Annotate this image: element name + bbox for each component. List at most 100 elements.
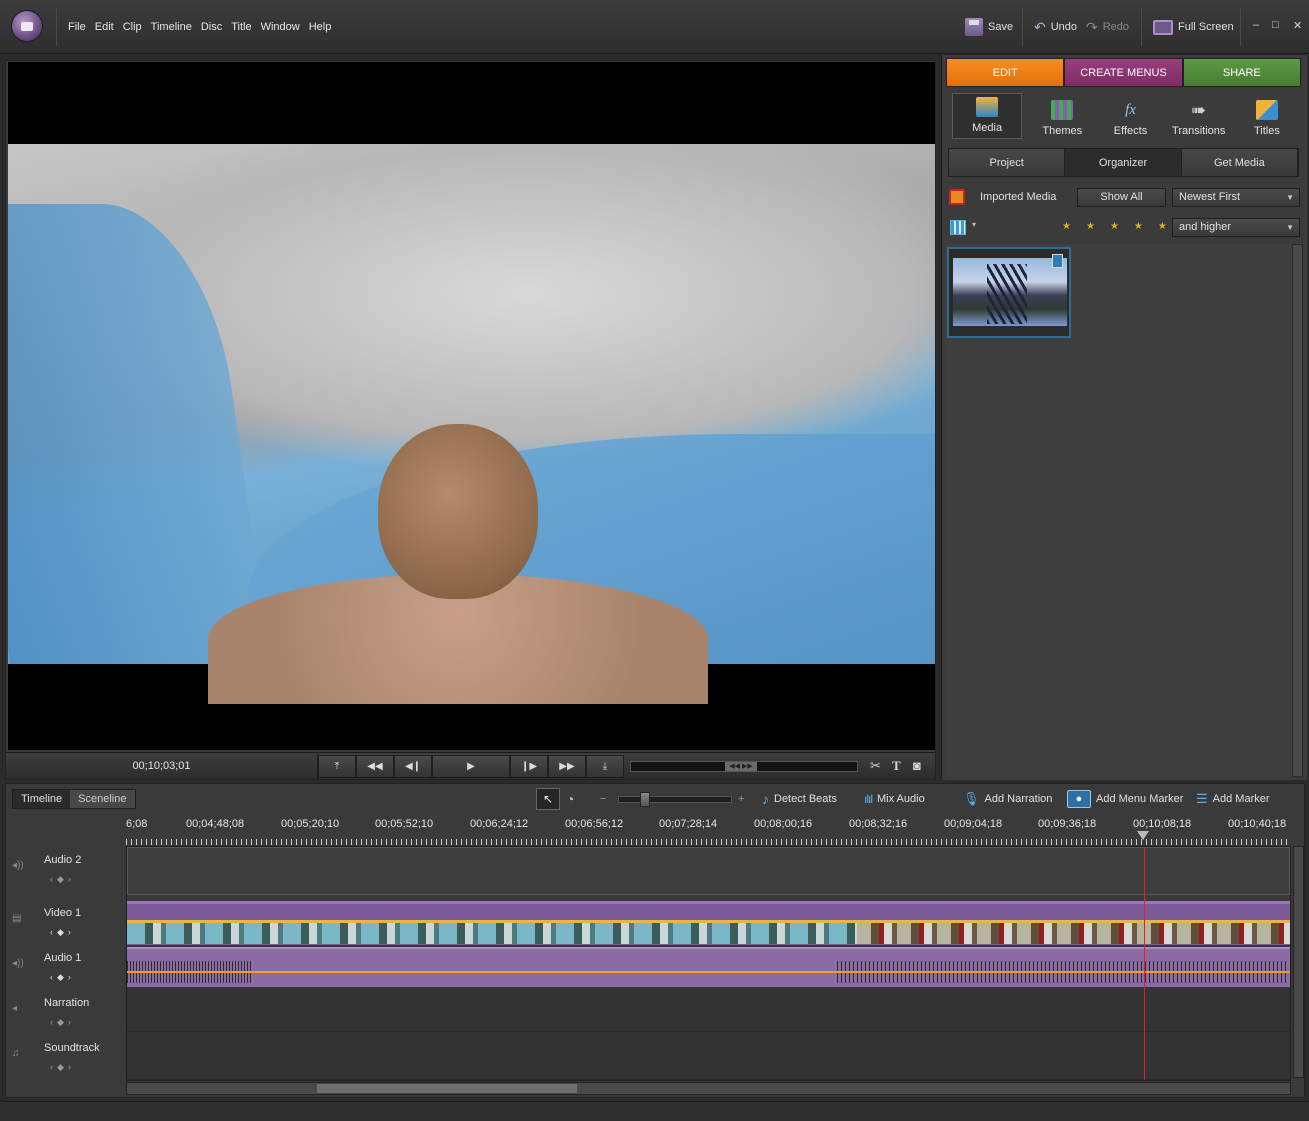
track-video1[interactable] [127,899,1290,945]
speaker-icon[interactable]: ◂)) [12,958,24,969]
effects-button[interactable]: fx Effects [1096,91,1164,141]
full-screen-button[interactable]: Full Screen [1153,16,1234,38]
music-note-icon[interactable]: ♫ [12,1048,20,1059]
music-note-icon: ♪ [762,791,769,807]
themes-button[interactable]: Themes [1028,91,1096,141]
title-tool-icon[interactable]: T [892,758,901,774]
redo-button[interactable]: ↷ Redo [1086,16,1129,38]
rewind-button[interactable]: ◀◀ [356,755,394,778]
speaker-icon[interactable]: ◂)) [12,860,24,871]
star-icon[interactable]: ★ [1158,221,1167,232]
rating-dropdown[interactable]: and higher ▼ [1172,218,1300,237]
menu-disc[interactable]: Disc [201,21,222,33]
tab-create-menus[interactable]: CREATE MENUS [1064,58,1183,87]
zoom-out-button[interactable]: − [600,788,606,810]
tab-organizer[interactable]: Organizer [1065,149,1182,176]
step-forward-button[interactable]: ❙▶ [510,755,548,778]
minimize-button[interactable]: – [1253,19,1259,31]
track-soundtrack[interactable] [127,1032,1290,1080]
shuttle-knob[interactable]: ◀◀ ▶▶ [725,762,757,771]
tab-share[interactable]: SHARE [1182,58,1301,87]
zoom-slider-knob[interactable] [640,792,650,807]
app-logo-icon[interactable] [11,10,43,42]
star-icon[interactable]: ★ [1110,221,1119,232]
add-narration-button[interactable]: 🎙︎ Add Narration [963,788,1052,810]
timeline-vertical-scrollbar[interactable] [1293,846,1304,1078]
transitions-button[interactable]: ➠ Transitions [1165,91,1233,141]
timecode-display[interactable]: 00;10;03;01 [6,753,318,780]
keyframe-nav[interactable]: ‹◆› [50,1017,75,1028]
tab-project[interactable]: Project [949,149,1066,176]
star-icon[interactable]: ★ [1062,221,1071,232]
media-thumbnail[interactable] [947,247,1071,338]
shuttle-slider[interactable]: ◀◀ ▶▶ [630,761,858,772]
split-clip-icon[interactable]: ✂ [870,758,881,774]
tab-get-media[interactable]: Get Media [1181,149,1298,176]
video-preview[interactable] [8,62,935,750]
show-all-button[interactable]: Show All [1077,188,1166,207]
audio-waveform [127,961,1290,983]
media-scrollbar[interactable] [1292,244,1303,777]
thumbnail-image [953,258,1067,326]
timeline-horizontal-scrollbar[interactable] [126,1082,1291,1095]
goto-start-button[interactable]: ⤒ [318,755,356,778]
titles-button[interactable]: Titles [1233,91,1301,141]
keyframe-nav[interactable]: ‹◆› [50,972,75,983]
track-narration[interactable] [127,987,1290,1032]
transport-bar: 00;10;03;01 ⤒ ◀◀ ◀❙ ▶ ❙▶ ▶▶ ⤓ ◀◀ ▶▶ ✂ T … [6,752,935,780]
close-button[interactable]: ✕ [1293,19,1302,32]
menu-file[interactable]: File [68,21,86,33]
camera-icon[interactable]: ◙ [913,758,921,773]
fast-forward-icon: ▶▶ [559,761,575,772]
menu-help[interactable]: Help [309,21,332,33]
keyframe-nav[interactable]: ‹◆› [50,927,75,938]
mix-audio-button[interactable]: ılıl Mix Audio [864,788,925,810]
save-label: Save [988,21,1014,33]
track-audio1[interactable] [127,945,1290,987]
selection-tool-button[interactable]: ↖ [536,788,560,810]
time-ruler[interactable]: 6;08 00;04;48;08 00;05;20;10 00;05;52;10… [126,814,1291,851]
tab-sceneline[interactable]: Sceneline [70,790,135,808]
track-headers: ◂)) Audio 2 ‹◆› ▤ Video 1 ‹◆› ◂)) Audio … [6,846,125,1078]
waveform-icon: ılıl [864,792,873,806]
film-icon[interactable]: ▤ [12,913,21,924]
video-clip-thumbnails [127,920,1290,944]
detect-beats-button[interactable]: ♪ Detect Beats [762,788,837,810]
goto-end-button[interactable]: ⤓ [586,755,624,778]
microphone-icon[interactable]: ◂ [12,1003,17,1014]
star-rating[interactable]: ★ ★ ★ ★ ★ [1062,221,1167,232]
audio-clip[interactable] [127,947,1290,987]
zoom-in-button[interactable]: + [738,788,744,810]
keyframe-nav[interactable]: ‹◆› [50,1062,75,1073]
microphone-icon: 🎙︎ [963,791,980,806]
tab-edit[interactable]: EDIT [946,58,1065,87]
add-marker-button[interactable]: ☰ Add Marker [1196,788,1270,810]
zoom-slider[interactable] [618,796,732,803]
sort-dropdown[interactable]: Newest First ▼ [1172,188,1300,207]
calendar-icon[interactable] [950,220,966,235]
menu-timeline[interactable]: Timeline [151,21,192,33]
menu-window[interactable]: Window [261,21,300,33]
time-stretch-button[interactable]: ◔ [566,788,574,810]
menu-clip[interactable]: Clip [123,21,142,33]
video-clip[interactable] [127,901,1290,945]
maximize-button[interactable]: □ [1272,19,1279,31]
step-back-button[interactable]: ◀❙ [394,755,432,778]
star-icon[interactable]: ★ [1134,221,1143,232]
menu-title[interactable]: Title [231,21,251,33]
playhead[interactable] [1144,847,1145,1080]
menu-edit[interactable]: Edit [95,21,114,33]
chevron-down-icon[interactable]: ▾ [972,220,976,229]
play-button[interactable]: ▶ [432,755,510,778]
star-icon[interactable]: ★ [1086,221,1095,232]
add-menu-marker-button[interactable]: ● Add Menu Marker [1067,788,1183,810]
keyframe-nav[interactable]: ‹◆› [50,874,75,885]
undo-button[interactable]: ↶ Undo [1034,16,1077,38]
track-audio2[interactable] [127,847,1290,895]
media-button[interactable]: Media [952,93,1023,139]
save-button[interactable]: Save [965,16,1013,38]
scrollbar-thumb[interactable] [317,1084,577,1093]
fast-forward-button[interactable]: ▶▶ [548,755,586,778]
titles-label: Titles [1253,125,1280,137]
tab-timeline[interactable]: Timeline [13,790,71,808]
